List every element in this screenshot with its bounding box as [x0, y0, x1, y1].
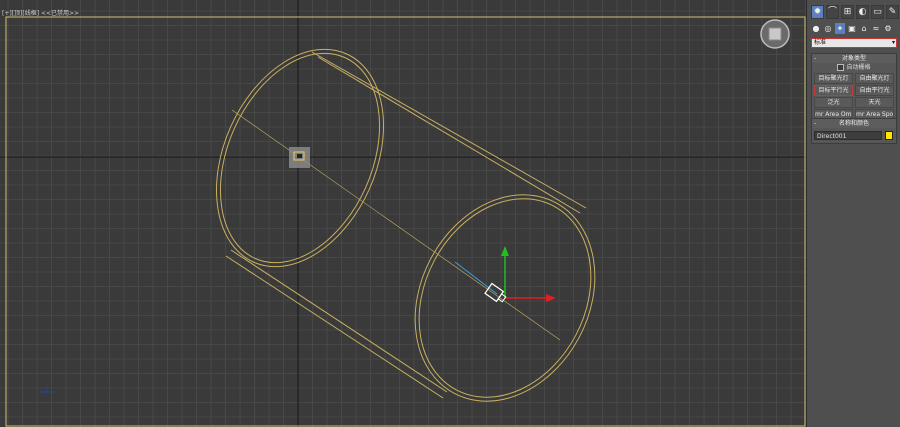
- command-panel-tabs: ✹ ⌒ ⊞ ◐ ▭ ✎: [811, 5, 899, 19]
- light-type-button[interactable]: 目标平行光: [814, 85, 853, 96]
- light-type-button[interactable]: 泛光: [814, 97, 853, 108]
- sun-create-icon[interactable]: ✹: [811, 5, 824, 19]
- viewport-canvas[interactable]: [0, 0, 806, 427]
- chevron-down-icon[interactable]: ▾: [892, 39, 895, 47]
- cylinder-edge-bottom-outer: [225, 255, 444, 399]
- direct-light-gizmo[interactable]: [454, 246, 556, 304]
- modify-icon[interactable]: ⌒: [826, 5, 839, 19]
- top-viewport[interactable]: [+][顶][线框] <<已禁用>>: [0, 0, 806, 427]
- name-color-rollout: - 名称和颜色 Direct001: [811, 118, 897, 144]
- name-color-header[interactable]: - 名称和颜色: [812, 119, 896, 128]
- viewcube-home[interactable]: [760, 19, 790, 49]
- name-row: Direct001: [812, 128, 896, 143]
- light-type-button[interactable]: 天光: [855, 97, 894, 108]
- collapse-icon[interactable]: -: [814, 119, 816, 128]
- hierarchy-icon[interactable]: ⊞: [841, 5, 854, 19]
- name-color-title: 名称和颜色: [838, 120, 869, 127]
- autogrid-checkbox[interactable]: [837, 64, 845, 71]
- geometry-icon[interactable]: ●: [811, 23, 821, 34]
- axis-tripod: [40, 386, 54, 396]
- collapse-icon[interactable]: -: [814, 54, 816, 63]
- object-color-swatch[interactable]: [885, 131, 893, 140]
- app-root: [+][顶][线框] <<已禁用>> ✹ ⌒ ⊞ ◐ ▭ ✎ ● ◎ ✦ ▣ ⌂ ≈ ⚙ 标准 ▾ -…: [0, 0, 900, 427]
- category-dropdown-value: 标准: [814, 39, 827, 46]
- cylinder-edge-bottom: [230, 249, 448, 393]
- create-category-tabs: ● ◎ ✦ ▣ ⌂ ≈ ⚙: [811, 23, 893, 35]
- light-type-buttons: 目标聚光灯 自由聚光灯 目标平行光 自由平行光 泛光 天光 mr Area Omni mr A…: [812, 72, 896, 123]
- category-dropdown[interactable]: 标准 ▾: [811, 38, 897, 48]
- gizmo-z-axis: [454, 261, 498, 295]
- light-direction-line: [231, 109, 561, 341]
- motion-icon[interactable]: ◐: [856, 5, 869, 19]
- lights-icon[interactable]: ✦: [835, 23, 845, 34]
- object-type-header[interactable]: - 对象类型: [812, 54, 896, 63]
- cameras-icon[interactable]: ▣: [847, 23, 857, 34]
- light-target[interactable]: [289, 147, 310, 168]
- object-type-title: 对象类型: [841, 55, 866, 62]
- helpers-icon[interactable]: ⌂: [859, 23, 869, 34]
- object-type-rollout: - 对象类型 自动栅格 目标聚光灯 自由聚光灯 目标平行光 自由平行光 泛光 天光 mr A…: [811, 53, 897, 124]
- shapes-icon[interactable]: ◎: [823, 23, 833, 34]
- command-panel: ✹ ⌒ ⊞ ◐ ▭ ✎ ● ◎ ✦ ▣ ⌂ ≈ ⚙ 标准 ▾ - 对象类型 自动栅格 目标聚光灯 自由聚…: [806, 0, 900, 427]
- spacewarps-icon[interactable]: ≈: [871, 23, 881, 34]
- light-type-button[interactable]: 自由平行光: [855, 85, 894, 96]
- systems-icon[interactable]: ⚙: [883, 23, 893, 34]
- cylinder-edge-top: [317, 56, 581, 214]
- autogrid-label: 自动栅格: [846, 64, 871, 71]
- viewcube-icon[interactable]: [768, 27, 782, 41]
- utilities-icon[interactable]: ✎: [886, 5, 899, 19]
- autogrid-row[interactable]: 自动栅格: [812, 63, 896, 72]
- display-icon[interactable]: ▭: [871, 5, 884, 19]
- gizmo-y-arrow-icon[interactable]: [501, 246, 509, 256]
- target-icon-inner: [297, 154, 302, 158]
- light-type-button[interactable]: 自由聚光灯: [855, 73, 894, 84]
- object-name-field[interactable]: Direct001: [814, 131, 882, 140]
- light-type-button[interactable]: 目标聚光灯: [814, 73, 853, 84]
- viewport-label[interactable]: [+][顶][线框] <<已禁用>>: [2, 8, 79, 17]
